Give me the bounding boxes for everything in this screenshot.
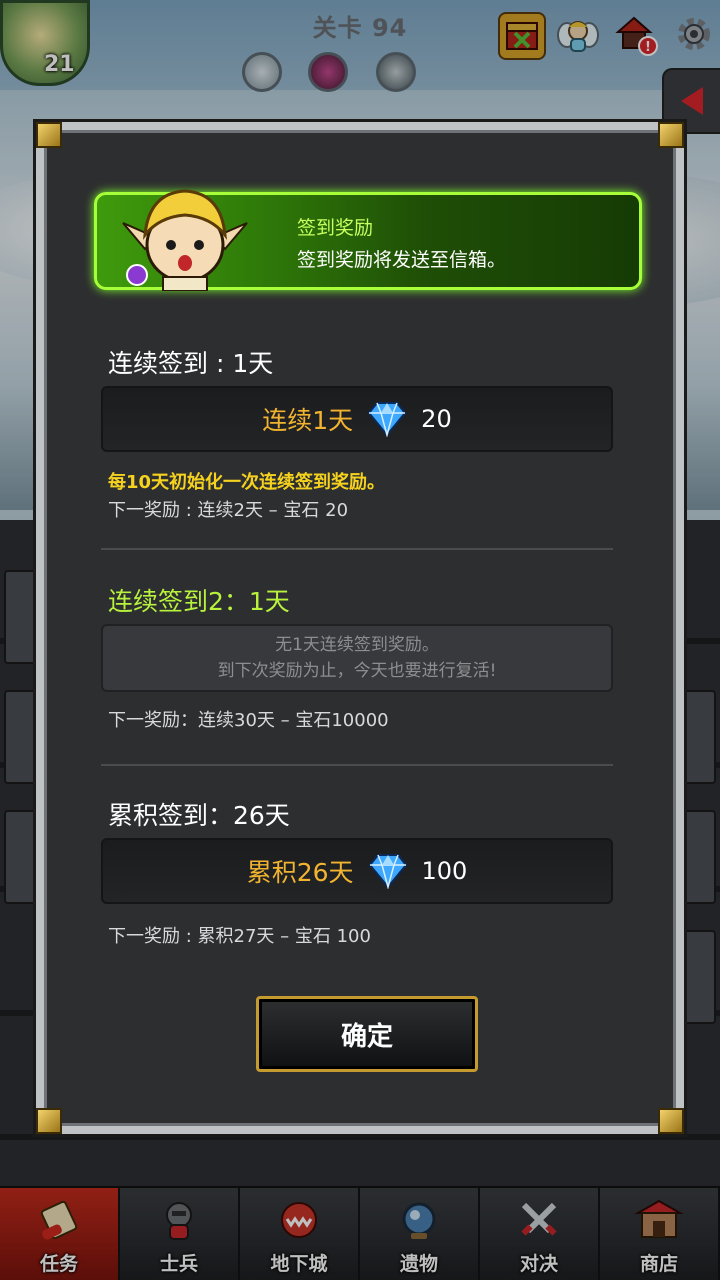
consecutive2-empty-box: 无1天连续签到奖励。 到下次奖励为止，今天也要进行复活! xyxy=(101,624,613,692)
reset-note: 每10天初始化一次连续签到奖励。 xyxy=(108,472,386,493)
consecutive2-checkin-title: 连续签到2：1天 xyxy=(108,587,290,616)
banner-description: 签到奖励将发送至信箱。 xyxy=(297,249,507,271)
cumulative-reward-box: 累积26天 100 xyxy=(101,838,613,904)
checkin-banner: 签到奖励 签到奖励将发送至信箱。 xyxy=(94,189,642,291)
next-reward-text: 下一奖励 : 连续2天 – 宝石 20 xyxy=(108,500,349,521)
next-reward-text: 下一奖励：连续30天 – 宝石10000 xyxy=(108,710,389,731)
cumulative-checkin-title: 累积签到：26天 xyxy=(108,801,290,830)
divider xyxy=(101,764,613,766)
corner-ornament xyxy=(658,122,684,148)
diamond-icon xyxy=(367,402,407,437)
reward-value: 20 xyxy=(421,405,452,433)
consecutive-reward-box: 连续1天 20 xyxy=(101,386,613,452)
consecutive-checkin-title: 连续签到 : 1天 xyxy=(108,349,274,378)
corner-ornament xyxy=(658,1108,684,1134)
corner-ornament xyxy=(36,1108,62,1134)
confirm-button[interactable]: 确定 xyxy=(256,996,478,1072)
elf-portrait-icon xyxy=(122,189,248,291)
checkin-reward-dialog: 签到奖励 签到奖励将发送至信箱。 连续签到 : 1天 连续1天 20 每10天初… xyxy=(36,122,684,1134)
empty-message: 无1天连续签到奖励。 xyxy=(275,635,439,655)
corner-ornament xyxy=(36,122,62,148)
reward-label: 连续1天 xyxy=(262,406,354,435)
next-reward-text: 下一奖励 : 累积27天 – 宝石 100 xyxy=(108,926,371,947)
empty-message: 到下次奖励为止，今天也要进行复活! xyxy=(217,661,497,681)
banner-title: 签到奖励 xyxy=(297,217,374,239)
reward-label: 累积26天 xyxy=(246,858,354,887)
reward-value: 100 xyxy=(421,857,468,885)
divider xyxy=(101,548,613,550)
diamond-icon xyxy=(368,854,407,889)
